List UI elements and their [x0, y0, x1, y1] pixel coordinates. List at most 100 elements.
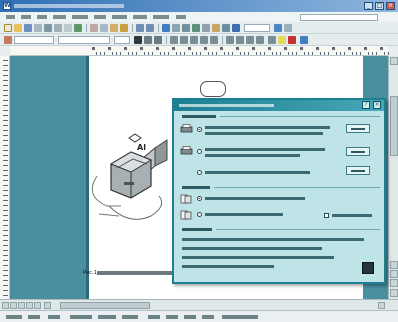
zoom-select[interactable] [244, 24, 270, 32]
ruler-tick [304, 52, 305, 55]
print-icon[interactable] [54, 24, 62, 32]
ruler-tick [388, 52, 389, 55]
app-icon[interactable]: W [3, 2, 11, 10]
justify-icon[interactable] [200, 36, 208, 44]
minimize-button[interactable]: _ [364, 2, 373, 10]
font-size-select[interactable] [114, 36, 130, 44]
undo-icon[interactable] [136, 24, 144, 32]
menu-item[interactable] [72, 15, 88, 19]
vertical-ruler[interactable] [0, 56, 10, 299]
dialog-button-3[interactable] [346, 166, 370, 175]
drawing-icon[interactable] [212, 24, 220, 32]
line-spacing-icon[interactable] [210, 36, 218, 44]
dialog-help-button[interactable]: ? [362, 101, 370, 109]
tables-borders-icon[interactable] [172, 24, 180, 32]
show-hide-icon[interactable] [232, 24, 240, 32]
columns-icon[interactable] [202, 24, 210, 32]
permission-icon[interactable] [34, 24, 42, 32]
scroll-left-icon[interactable] [44, 302, 51, 309]
insert-excel-icon[interactable] [192, 24, 200, 32]
dialog-title-bar[interactable]: ? × [174, 100, 384, 111]
option-printer-3[interactable] [178, 168, 338, 178]
decrease-indent-icon[interactable] [246, 36, 254, 44]
underline-icon[interactable] [154, 36, 162, 44]
bold-icon[interactable] [134, 36, 142, 44]
dialog-close-button[interactable]: × [373, 101, 381, 109]
insert-table-icon[interactable] [182, 24, 190, 32]
format-painter-icon[interactable] [120, 24, 128, 32]
menu-item[interactable] [176, 15, 186, 19]
option-mode-1[interactable] [178, 194, 338, 204]
email-icon[interactable] [44, 24, 52, 32]
read-icon[interactable] [284, 24, 292, 32]
new-document-icon[interactable] [4, 24, 12, 32]
option-mode-2[interactable] [178, 210, 378, 220]
redo-icon[interactable] [146, 24, 154, 32]
highlight-icon[interactable] [278, 36, 286, 44]
open-folder-icon[interactable] [14, 24, 22, 32]
scroll-down-icon[interactable] [390, 289, 398, 297]
reading-view-icon[interactable] [34, 302, 41, 309]
increase-indent-icon[interactable] [256, 36, 264, 44]
print-layout-icon[interactable] [18, 302, 25, 309]
scroll-thumb[interactable] [390, 96, 398, 156]
normal-view-icon[interactable] [2, 302, 9, 309]
bullets-icon[interactable] [236, 36, 244, 44]
styles-icon[interactable] [4, 36, 12, 44]
menu-item[interactable] [112, 15, 127, 19]
font-color-icon[interactable] [288, 36, 296, 44]
horizontal-scroll-thumb[interactable] [60, 302, 150, 309]
next-page-icon[interactable] [390, 279, 398, 287]
option-printer-1[interactable] [178, 124, 338, 140]
radio-button[interactable] [197, 170, 202, 175]
spelling-icon[interactable] [74, 24, 82, 32]
hyperlink-icon[interactable] [162, 24, 170, 32]
checkbox[interactable] [324, 213, 329, 218]
grid-icon[interactable] [362, 262, 374, 274]
prev-page-icon[interactable] [390, 261, 398, 269]
checkbox-label [332, 214, 372, 217]
cut-icon[interactable] [90, 24, 98, 32]
horizontal-scrollbar[interactable] [0, 299, 398, 310]
radio-button[interactable] [197, 196, 202, 201]
paste-icon[interactable] [110, 24, 118, 32]
select-browse-icon[interactable] [390, 270, 398, 278]
close-button[interactable]: × [386, 2, 395, 10]
radio-button[interactable] [197, 149, 202, 154]
menu-item[interactable] [133, 15, 147, 19]
menu-item[interactable] [53, 15, 66, 19]
help-icon[interactable] [274, 24, 282, 32]
outside-border-icon[interactable] [268, 36, 276, 44]
dialog-button-1[interactable] [346, 124, 370, 133]
radio-button[interactable] [197, 212, 202, 217]
menu-item[interactable] [37, 15, 47, 19]
align-left-icon[interactable] [170, 36, 178, 44]
scroll-up-icon[interactable] [390, 57, 398, 65]
copy-icon[interactable] [100, 24, 108, 32]
outline-view-icon[interactable] [26, 302, 33, 309]
menu-item[interactable] [6, 15, 15, 19]
document-map-icon[interactable] [222, 24, 230, 32]
menu-item[interactable] [94, 15, 106, 19]
print-preview-icon[interactable] [64, 24, 72, 32]
horizontal-ruler[interactable] [10, 46, 389, 56]
save-icon[interactable] [24, 24, 32, 32]
scroll-right-icon[interactable] [378, 302, 385, 309]
toolbar-options-icon[interactable] [300, 36, 308, 44]
italic-icon[interactable] [144, 36, 152, 44]
ruler-tick [3, 150, 8, 151]
web-view-icon[interactable] [10, 302, 17, 309]
vertical-scrollbar[interactable] [388, 56, 398, 299]
menu-item[interactable] [21, 15, 31, 19]
align-center-icon[interactable] [180, 36, 188, 44]
maximize-button[interactable]: □ [375, 2, 384, 10]
option-printer-2[interactable] [178, 146, 338, 162]
align-right-icon[interactable] [190, 36, 198, 44]
dialog-button-2[interactable] [346, 147, 370, 156]
radio-button[interactable] [197, 127, 202, 132]
menu-item[interactable] [153, 15, 169, 19]
numbering-icon[interactable] [226, 36, 234, 44]
help-search-input[interactable] [300, 14, 378, 21]
style-select[interactable] [14, 36, 54, 44]
font-select[interactable] [58, 36, 110, 44]
